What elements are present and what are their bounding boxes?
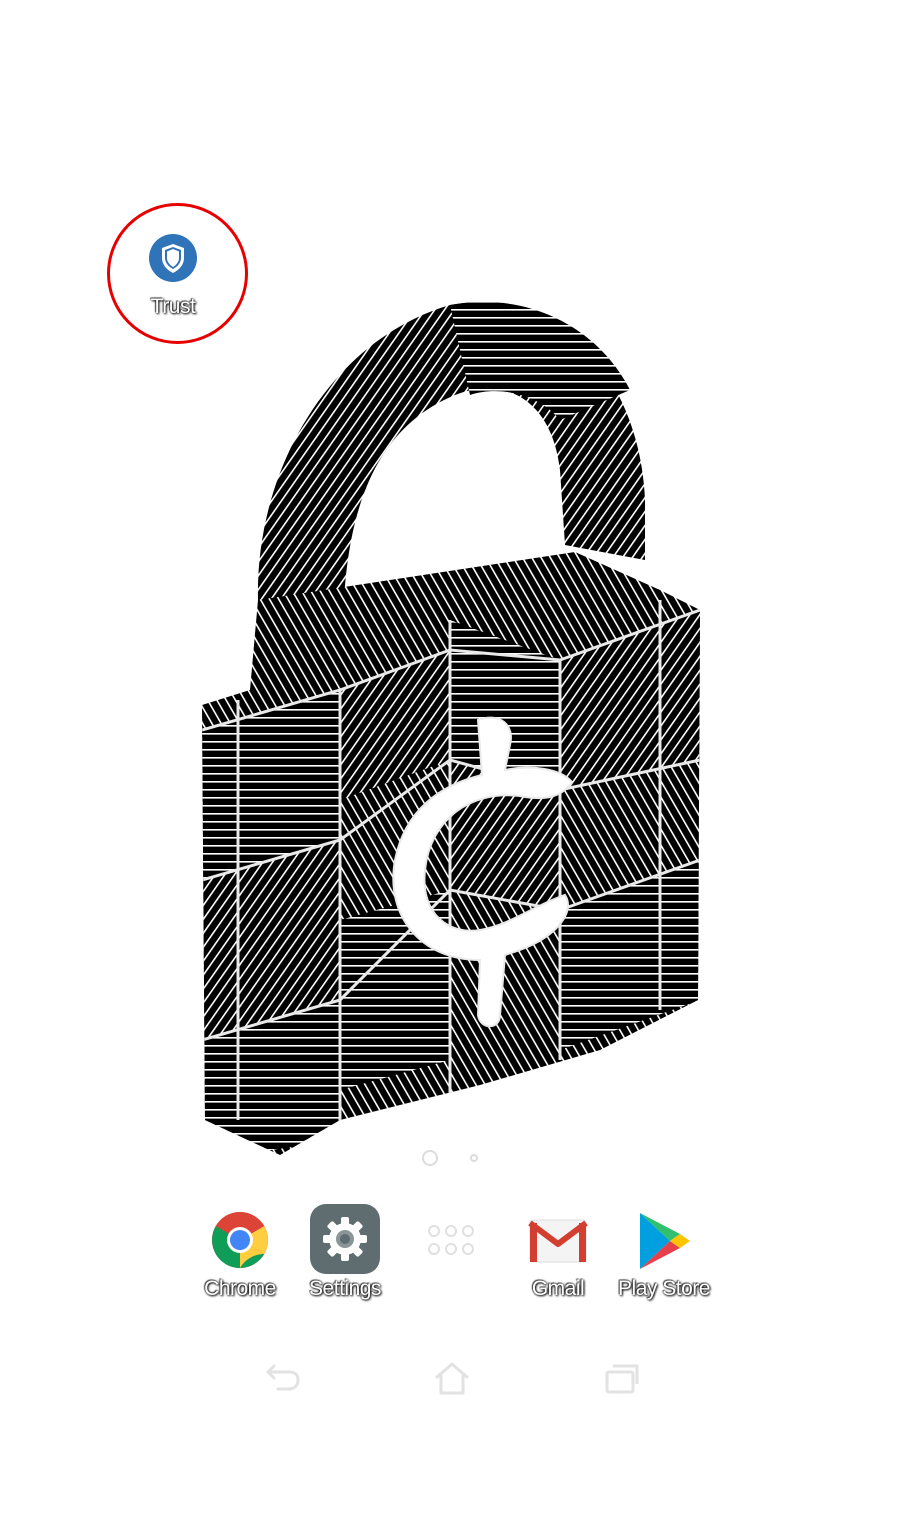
chrome-icon <box>212 1212 268 1268</box>
dock-item-gmail[interactable]: Gmail <box>513 1205 603 1315</box>
dock-item-app-drawer[interactable] <box>420 1220 482 1262</box>
gear-icon <box>310 1204 380 1274</box>
play-store-icon <box>640 1213 690 1269</box>
trust-label: Trust <box>150 295 196 318</box>
home-icon[interactable] <box>432 1360 472 1396</box>
app-drawer-icon <box>428 1225 474 1255</box>
page-dot-inactive <box>470 1154 478 1162</box>
shield-icon <box>149 234 197 282</box>
dock-item-settings[interactable]: Settings <box>300 1200 390 1315</box>
dock-label-chrome: Chrome <box>204 1277 276 1300</box>
dock-label-play-store: Play Store <box>618 1277 710 1300</box>
trust-shortcut[interactable]: Trust <box>130 228 220 328</box>
back-icon[interactable] <box>262 1362 302 1394</box>
dock-item-chrome[interactable]: Chrome <box>195 1205 285 1315</box>
dock-label-settings: Settings <box>309 1277 381 1300</box>
dock-label-gmail: Gmail <box>531 1277 585 1300</box>
recents-icon[interactable] <box>603 1362 643 1396</box>
dock-item-play-store[interactable]: Play Store <box>614 1205 714 1315</box>
gmail-icon <box>528 1219 588 1263</box>
page-dot-active <box>422 1150 438 1166</box>
